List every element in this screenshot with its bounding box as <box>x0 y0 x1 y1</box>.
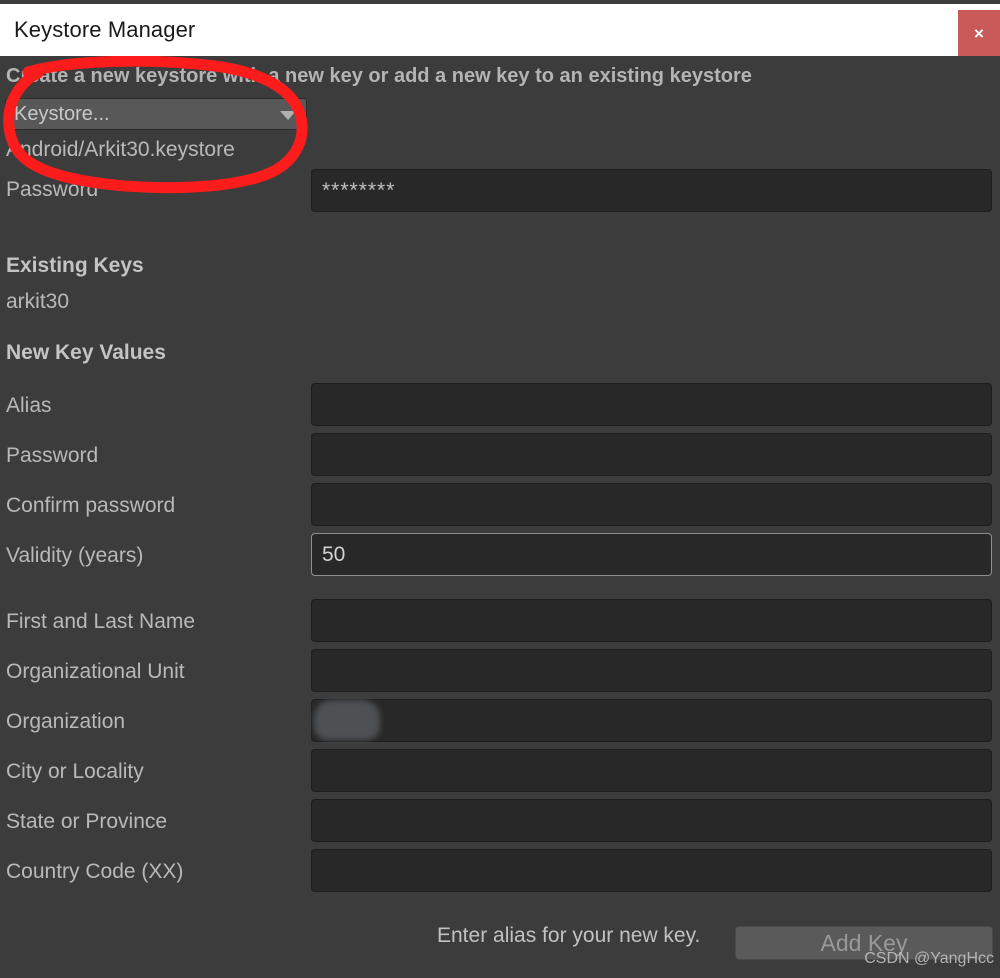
keystore-select[interactable]: Keystore... <box>5 98 307 130</box>
label-alias: Alias <box>6 394 52 417</box>
label-new-password: Password <box>6 444 99 467</box>
chevron-down-icon <box>280 111 296 120</box>
title-bar: Keystore Manager × <box>0 4 1000 56</box>
input-state-or-province[interactable] <box>311 799 992 842</box>
input-organization[interactable] <box>311 699 992 742</box>
label-state-or-province: State or Province <box>6 810 168 833</box>
keystore-manager-window: Keystore Manager × Create a new keystore… <box>0 0 1000 978</box>
input-country-code[interactable] <box>311 849 992 892</box>
input-alias[interactable] <box>311 383 992 426</box>
input-confirm-password[interactable] <box>311 483 992 526</box>
label-first-last-name: First and Last Name <box>6 610 196 633</box>
keystore-path: Android/Arkit30.keystore <box>6 138 235 161</box>
close-button[interactable]: × <box>958 10 1000 56</box>
keystore-password-value: ******** <box>322 178 396 202</box>
label-organizational-unit: Organizational Unit <box>6 660 185 683</box>
dialog-body: Create a new keystore with a new key or … <box>0 56 1000 978</box>
existing-key-item: arkit30 <box>6 290 70 313</box>
keystore-select-label: Keystore... <box>14 103 110 125</box>
status-message: Enter alias for your new key. <box>437 924 701 947</box>
add-key-button[interactable]: Add Key <box>735 926 993 960</box>
input-new-password[interactable] <box>311 433 992 476</box>
label-city-or-locality: City or Locality <box>6 760 144 783</box>
existing-keys-heading: Existing Keys <box>6 254 144 277</box>
new-key-values-heading: New Key Values <box>6 341 166 364</box>
input-organizational-unit[interactable] <box>311 649 992 692</box>
instruction-text: Create a new keystore with a new key or … <box>6 65 752 87</box>
window-title: Keystore Manager <box>14 17 196 42</box>
label-validity: Validity (years) <box>6 544 144 567</box>
keystore-password-label: Password <box>6 178 99 201</box>
input-first-last-name[interactable] <box>311 599 992 642</box>
label-confirm-password: Confirm password <box>6 494 176 517</box>
input-validity[interactable] <box>311 533 992 576</box>
label-country-code: Country Code (XX) <box>6 860 184 883</box>
input-city-or-locality[interactable] <box>311 749 992 792</box>
keystore-password-input[interactable]: ******** <box>311 169 992 212</box>
close-icon: × <box>974 23 984 43</box>
label-organization: Organization <box>6 710 126 733</box>
